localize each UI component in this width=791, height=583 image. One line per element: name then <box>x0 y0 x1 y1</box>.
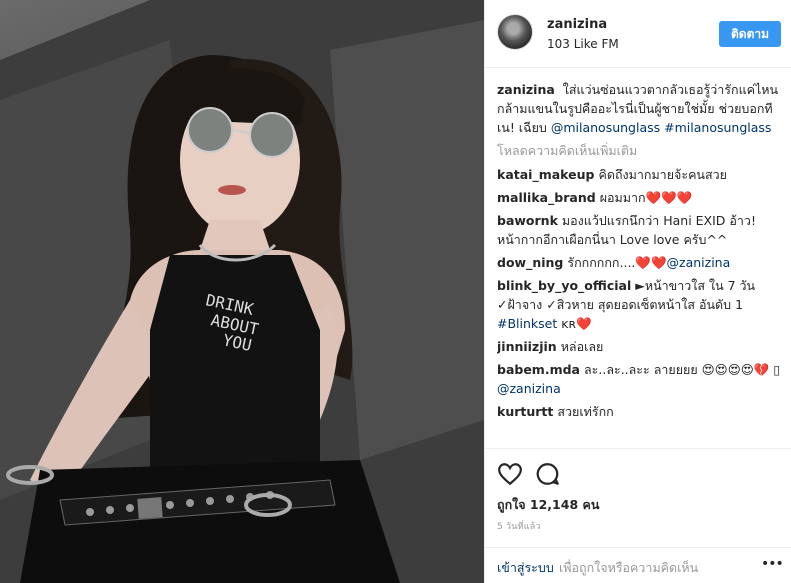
caption-username[interactable]: zanizina <box>497 82 555 97</box>
post-timestamp[interactable]: 5 วันที่แล้ว <box>497 519 541 533</box>
more-options-icon[interactable]: ••• <box>761 556 784 572</box>
comment-suffix: ᴋʀ❤️ <box>561 316 592 331</box>
login-prompt-text: เพื่อถูกใจหรือความคิดเห็น <box>559 560 699 575</box>
comments-list[interactable]: zanizina ใส่แว่นซ่อนแววตากลัวเธอรู้ว่ารั… <box>497 80 782 446</box>
caption-mention-link[interactable]: @milanosunglass <box>551 120 660 135</box>
follow-button[interactable]: ติดตาม <box>719 21 781 47</box>
login-bar: เข้าสู่ระบบ เพื่อถูกใจหรือความคิดเห็น ••… <box>485 547 791 583</box>
comment-text: ละ..ละ..ละะ ลายยยย 😍😍😍😍💔 ▯ <box>584 362 781 377</box>
post-actions: ถูกใจ 12,148 คน 5 วันที่แล้ว เข้าสู่ระบบ… <box>485 448 791 583</box>
comment-username[interactable]: dow_ning <box>497 255 563 270</box>
comment-username[interactable]: jinniizjin <box>497 339 557 354</box>
list-item: dow_ning รักกกกกก....❤️❤️@zanizina <box>497 253 782 272</box>
list-item: katai_makeup คิดถึงมากมายจ้ะคนสวย <box>497 165 782 184</box>
photo-illustration: DRINK ABOUT YOU <box>0 0 484 583</box>
post-username[interactable]: zanizina <box>547 17 607 32</box>
caption-hashtag-link[interactable]: #milanosunglass <box>664 120 771 135</box>
comments-fade <box>485 430 791 450</box>
caption: zanizina ใส่แว่นซ่อนแววตากลัวเธอรู้ว่ารั… <box>497 80 782 137</box>
comment-mention-link[interactable]: @zanizina <box>497 381 561 396</box>
comment-text: คิดถึงมากมายจ้ะคนสวย <box>598 167 727 182</box>
comment-text: สวยเท่รักก <box>557 404 614 419</box>
list-item: jinniizjin หล่อเลย <box>497 337 782 356</box>
post-location[interactable]: 103 Like FM <box>547 37 619 51</box>
comment-hashtag-link[interactable]: #Blinkset <box>497 316 557 331</box>
list-item: mallika_brand ผอมมาก❤️❤️❤️ <box>497 188 782 207</box>
comment-username[interactable]: bawornk <box>497 213 558 228</box>
list-item: babem.mda ละ..ละ..ละะ ลายยยย 😍😍😍😍💔 ▯ @zan… <box>497 360 782 398</box>
likes-count[interactable]: ถูกใจ 12,148 คน <box>497 495 599 515</box>
comment-username[interactable]: blink_by_yo_official <box>497 278 631 293</box>
post-header: zanizina 103 Like FM ติดตาม <box>485 0 791 68</box>
heart-icon[interactable] <box>497 461 523 487</box>
load-more-comments-link[interactable]: โหลดความคิดเห็นเพิ่มเติม <box>497 141 782 160</box>
login-link[interactable]: เข้าสู่ระบบ <box>497 558 554 578</box>
comment-text: หล่อเลย <box>560 339 604 354</box>
post-photo[interactable]: DRINK ABOUT YOU <box>0 0 484 583</box>
comment-bubble-icon[interactable] <box>535 461 561 487</box>
comment-username[interactable]: babem.mda <box>497 362 580 377</box>
list-item: kurturtt สวยเท่รักก <box>497 402 782 421</box>
comment-mention-link[interactable]: @zanizina <box>667 255 731 270</box>
comment-username[interactable]: katai_makeup <box>497 167 594 182</box>
post-side-panel: zanizina 103 Like FM ติดตาม zanizina ใส่… <box>484 0 791 583</box>
avatar[interactable] <box>497 14 533 50</box>
list-item: blink_by_yo_official ►หน้าขาวใส ใน 7 วัน … <box>497 276 782 333</box>
list-item: bawornk มองแว้ปแรกนึกว่า Hani EXID อ้าว! … <box>497 211 782 249</box>
comment-username[interactable]: mallika_brand <box>497 190 596 205</box>
comment-text: รักกกกกก....❤️❤️ <box>567 255 667 270</box>
comment-username[interactable]: kurturtt <box>497 404 553 419</box>
comment-text: ผอมมาก❤️❤️❤️ <box>599 190 693 205</box>
